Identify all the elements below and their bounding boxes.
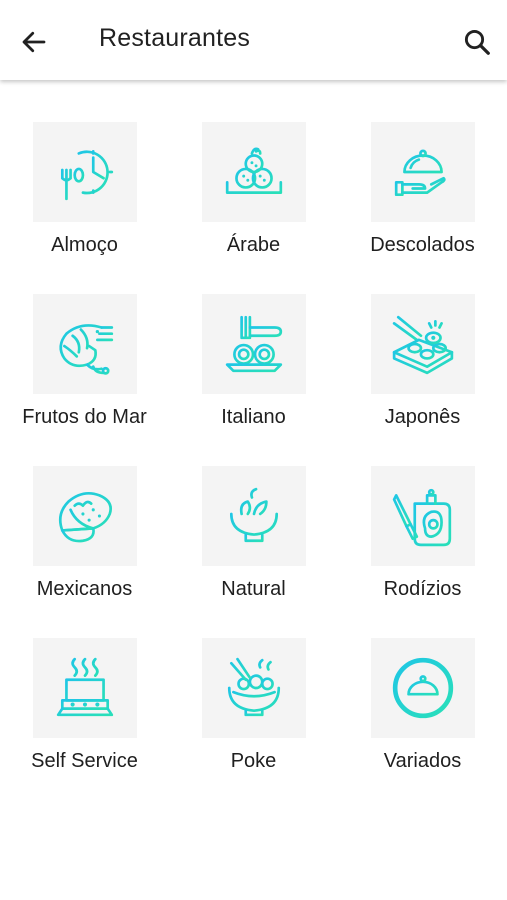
- category-rodizios[interactable]: Rodízios: [338, 466, 507, 638]
- category-label: Descolados: [370, 234, 475, 256]
- category-descolados[interactable]: Descolados: [338, 122, 507, 294]
- shrimp-icon: [58, 324, 113, 375]
- arrow-left-icon: [22, 31, 46, 53]
- category-tile: [370, 638, 475, 738]
- category-label: Frutos do Mar: [22, 406, 147, 428]
- taco-icon: [58, 492, 112, 543]
- category-tile: [32, 294, 137, 394]
- category-frutos-do-mar[interactable]: Frutos do Mar: [0, 294, 169, 466]
- category-tile: [32, 122, 137, 222]
- category-tile: [201, 466, 306, 566]
- category-tile: [32, 638, 137, 738]
- salad-bowl-icon: [225, 487, 282, 543]
- category-poke[interactable]: Poke: [169, 638, 338, 810]
- category-label: Self Service: [31, 750, 138, 772]
- category-label: Natural: [221, 578, 286, 600]
- food-warmer-icon: [56, 657, 113, 717]
- app-bar: Restaurantes: [0, 0, 507, 80]
- search-button[interactable]: [455, 20, 499, 64]
- cloche-circle-icon: [392, 657, 453, 719]
- category-mexicanos[interactable]: Mexicanos: [0, 466, 169, 638]
- back-button[interactable]: [12, 20, 56, 64]
- category-tile: [370, 466, 475, 566]
- kibbeh-plate-icon: [225, 147, 282, 194]
- category-self-service[interactable]: Self Service: [0, 638, 169, 810]
- category-label: Almoço: [51, 234, 118, 256]
- category-tile: [32, 466, 137, 566]
- category-label: Variados: [383, 750, 462, 772]
- category-label: Árabe: [226, 234, 281, 256]
- category-almoco[interactable]: Almoço: [0, 122, 169, 294]
- page-title: Restaurantes: [99, 24, 251, 52]
- category-italiano[interactable]: Italiano: [169, 294, 338, 466]
- category-label: Japonês: [384, 406, 461, 428]
- clock-fork-spoon-icon: [60, 150, 113, 201]
- category-natural[interactable]: Natural: [169, 466, 338, 638]
- sushi-board-icon: [392, 315, 453, 375]
- category-tile: [370, 294, 475, 394]
- category-label: Poke: [230, 750, 277, 772]
- spaghetti-fork-icon: [225, 315, 282, 373]
- category-label: Rodízios: [383, 578, 462, 600]
- category-japones[interactable]: Japonês: [338, 294, 507, 466]
- category-tile: [201, 122, 306, 222]
- category-tile: [201, 294, 306, 394]
- category-tile: [370, 122, 475, 222]
- category-label: Italiano: [221, 406, 286, 428]
- search-icon: [464, 29, 490, 55]
- category-arabe[interactable]: Árabe: [169, 122, 338, 294]
- meat-board-knife-icon: [392, 488, 451, 547]
- category-grid: Almoço Árabe Descolados Frutos do Mar It…: [0, 122, 507, 810]
- cloche-hand-icon: [394, 149, 447, 197]
- category-label: Mexicanos: [36, 578, 133, 600]
- category-tile: [201, 638, 306, 738]
- category-variados[interactable]: Variados: [338, 638, 507, 810]
- poke-bowl-icon: [223, 657, 284, 717]
